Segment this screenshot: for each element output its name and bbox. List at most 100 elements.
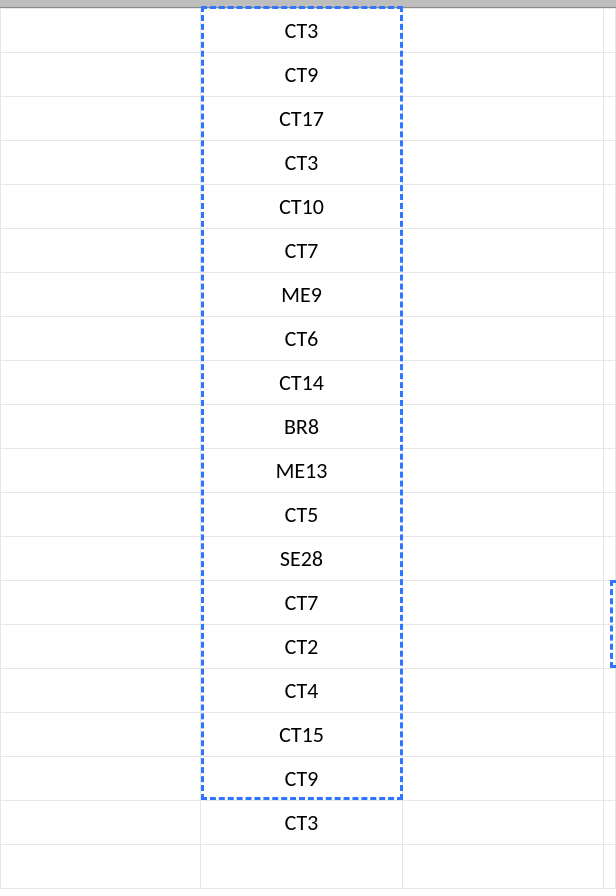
table-row[interactable]: CT17 [1, 97, 616, 141]
table-row[interactable]: CT3 [1, 801, 616, 845]
cell[interactable] [402, 537, 603, 581]
cell[interactable] [402, 185, 603, 229]
cell[interactable] [402, 229, 603, 273]
cell[interactable]: SE28 [201, 537, 402, 581]
cell[interactable] [1, 801, 201, 845]
cell[interactable] [1, 273, 201, 317]
table-row[interactable]: ME9 [1, 273, 616, 317]
cell[interactable] [603, 845, 615, 889]
table-row[interactable]: CT14 [1, 361, 616, 405]
cell[interactable]: ME13 [201, 449, 402, 493]
table-row[interactable]: BR8 [1, 405, 616, 449]
cell[interactable] [1, 9, 201, 53]
table-row[interactable] [1, 845, 616, 889]
cell[interactable] [603, 9, 615, 53]
cell[interactable] [1, 493, 201, 537]
cell[interactable] [603, 97, 615, 141]
table-row[interactable]: CT15 [1, 713, 616, 757]
cell[interactable] [603, 669, 615, 713]
cell[interactable] [402, 361, 603, 405]
table-row[interactable]: CT2 [1, 625, 616, 669]
cell[interactable] [603, 625, 615, 669]
table-row[interactable]: CT3 [1, 141, 616, 185]
cell[interactable] [1, 845, 201, 889]
table-row[interactable]: CT9 [1, 757, 616, 801]
cell[interactable] [603, 449, 615, 493]
cell[interactable] [402, 669, 603, 713]
table-row[interactable]: CT10 [1, 185, 616, 229]
cell[interactable] [603, 53, 615, 97]
cell[interactable]: CT9 [201, 757, 402, 801]
cell[interactable] [603, 757, 615, 801]
cell[interactable]: CT7 [201, 229, 402, 273]
cell[interactable] [1, 537, 201, 581]
cell[interactable] [402, 141, 603, 185]
cell[interactable] [603, 713, 615, 757]
cell[interactable]: CT5 [201, 493, 402, 537]
cell[interactable] [603, 141, 615, 185]
cell[interactable] [402, 317, 603, 361]
cell[interactable] [603, 361, 615, 405]
cell[interactable] [1, 669, 201, 713]
table-row[interactable]: ME13 [1, 449, 616, 493]
table-row[interactable]: CT5 [1, 493, 616, 537]
cell[interactable]: CT3 [201, 801, 402, 845]
cell[interactable] [603, 317, 615, 361]
spreadsheet-grid[interactable]: CT3CT9CT17CT3CT10CT7ME9CT6CT14BR8ME13CT5… [0, 8, 616, 889]
table-row[interactable]: CT4 [1, 669, 616, 713]
cell[interactable]: CT7 [201, 581, 402, 625]
cell[interactable] [603, 493, 615, 537]
cell[interactable] [402, 845, 603, 889]
cell[interactable] [603, 581, 615, 625]
table-row[interactable]: CT6 [1, 317, 616, 361]
cell[interactable] [402, 97, 603, 141]
cell[interactable]: CT4 [201, 669, 402, 713]
cell[interactable] [603, 801, 615, 845]
cell[interactable]: BR8 [201, 405, 402, 449]
cell[interactable] [402, 801, 603, 845]
table-row[interactable]: SE28 [1, 537, 616, 581]
table-row[interactable]: CT9 [1, 53, 616, 97]
cell[interactable] [603, 273, 615, 317]
cell[interactable]: CT9 [201, 53, 402, 97]
cell[interactable] [1, 97, 201, 141]
cell[interactable] [402, 757, 603, 801]
cell[interactable] [402, 493, 603, 537]
cell[interactable] [402, 449, 603, 493]
cell[interactable] [1, 185, 201, 229]
cell[interactable] [402, 625, 603, 669]
cell[interactable]: CT3 [201, 9, 402, 53]
cell[interactable] [402, 581, 603, 625]
cell[interactable] [402, 405, 603, 449]
cell[interactable] [1, 405, 201, 449]
cell[interactable] [402, 273, 603, 317]
cell[interactable] [1, 449, 201, 493]
cell[interactable] [402, 9, 603, 53]
cell[interactable]: CT10 [201, 185, 402, 229]
cell[interactable] [402, 713, 603, 757]
cell[interactable] [1, 229, 201, 273]
cell[interactable]: CT3 [201, 141, 402, 185]
cell[interactable] [603, 405, 615, 449]
cell[interactable]: CT2 [201, 625, 402, 669]
table-row[interactable]: CT7 [1, 229, 616, 273]
cell[interactable] [402, 53, 603, 97]
cell[interactable] [1, 361, 201, 405]
cell[interactable] [1, 713, 201, 757]
cell[interactable]: CT6 [201, 317, 402, 361]
cell[interactable] [603, 537, 615, 581]
cell[interactable] [1, 317, 201, 361]
cell[interactable] [603, 185, 615, 229]
cell[interactable] [201, 845, 402, 889]
cell[interactable]: ME9 [201, 273, 402, 317]
spreadsheet-viewport[interactable]: CT3CT9CT17CT3CT10CT7ME9CT6CT14BR8ME13CT5… [0, 0, 616, 896]
cell[interactable] [1, 141, 201, 185]
cell[interactable] [1, 581, 201, 625]
cell[interactable] [603, 229, 615, 273]
table-row[interactable]: CT3 [1, 9, 616, 53]
cell[interactable]: CT14 [201, 361, 402, 405]
cell[interactable] [1, 757, 201, 801]
cell[interactable] [1, 625, 201, 669]
cell[interactable] [1, 53, 201, 97]
cell[interactable]: CT15 [201, 713, 402, 757]
